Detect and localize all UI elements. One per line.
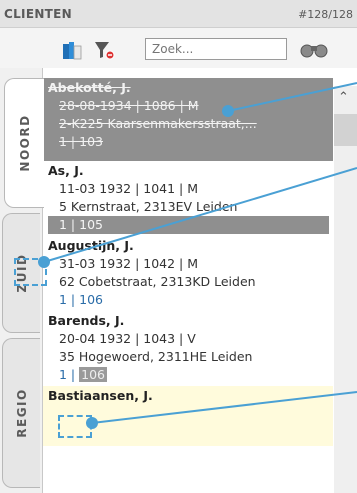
client-details: 28-08-1934 | 1086 | M [59,98,199,113]
scrollbar[interactable]: ⌃ [334,86,357,493]
client-address: 35 Hogewoerd, 2311HE Leiden [59,349,253,364]
annotation-box [14,258,47,286]
tab-regio-label: REGIO [14,388,29,438]
search-input[interactable] [145,38,287,60]
client-address: 2-K225 Kaarsenmakersstraat,... [59,116,257,131]
list-item[interactable]: As, J. 11-03 1932 | 1041 | M 5 Kernstraa… [43,161,333,236]
client-meta: 1 | 103 [59,134,103,149]
client-details: 20-04 1932 | 1043 | V [59,331,196,346]
client-name: Barends, J. [48,313,125,328]
tab-noord[interactable]: NOORD [4,78,44,208]
scroll-up-icon[interactable]: ⌃ [338,90,349,105]
clients-panel: CLIENTEN #128/128 NOORD ZUID REGIO Abeko… [0,0,357,493]
list-item-deleted[interactable]: Abekotté, J. 28-08-1934 | 1086 | M 2-K22… [43,78,333,161]
list-item[interactable]: Augustijn, J. 31-03 1932 | 1042 | M 62 C… [43,236,333,311]
client-name: Abekotté, J. [48,80,131,95]
annotation-box [58,415,92,438]
client-meta-prefix: 1 | [59,367,76,382]
client-meta: 1 | 106 [48,366,329,384]
client-name: As, J. [48,163,84,178]
client-name: Bastiaansen, J. [48,388,153,403]
client-details: 11-03 1932 | 1041 | M [59,181,199,196]
binoculars-icon[interactable] [299,40,329,60]
panel-header: CLIENTEN #128/128 [0,0,357,28]
client-details: 31-03 1932 | 1042 | M [59,256,199,271]
client-meta: 1 | 105 [48,216,329,234]
client-name: Augustijn, J. [48,238,134,253]
scroll-thumb[interactable] [334,114,357,146]
client-meta: 1 | 106 [59,292,103,307]
record-count: #128/128 [298,8,353,21]
tab-noord-label: NOORD [17,114,32,172]
tab-regio[interactable]: REGIO [2,338,40,488]
client-meta-value: 106 [79,367,107,382]
client-address: 5 Kernstraat, 2313EV Leiden [59,199,238,214]
panel-title: CLIENTEN [4,7,72,21]
books-icon[interactable] [60,38,84,62]
list-item[interactable]: Barends, J. 20-04 1932 | 1043 | V 35 Hog… [43,311,333,386]
client-address: 62 Cobetstraat, 2313KD Leiden [59,274,256,289]
filter-icon[interactable] [92,38,116,62]
